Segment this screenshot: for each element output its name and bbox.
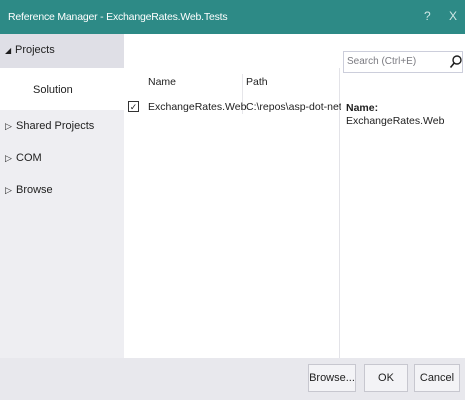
search-icon[interactable] [449, 54, 463, 70]
sidebar: ◢ Projects Solution ▷ Shared Projects ▷ … [0, 34, 124, 358]
expanded-triangle-icon: ◢ [5, 46, 12, 55]
sidebar-item-label: Browse [16, 184, 53, 196]
window-title: Reference Manager - ExchangeRates.Web.Te… [8, 11, 228, 23]
sidebar-item-com[interactable]: ▷ COM [0, 150, 124, 170]
browse-button[interactable]: Browse... [308, 364, 356, 392]
close-button[interactable]: X [449, 9, 457, 23]
reference-grid: Name Path ✓ ExchangeRates.Web C:\repos\a… [124, 68, 359, 358]
collapsed-triangle-icon: ▷ [5, 153, 12, 163]
search-input[interactable]: Search (Ctrl+E) [343, 51, 463, 73]
table-row[interactable]: ✓ ExchangeRates.Web C:\repos\asp-dot-net… [124, 98, 359, 118]
sidebar-item-label: COM [16, 152, 42, 164]
details-name-label: Name: [346, 102, 379, 114]
details-pane: Search (Ctrl+E) Name: ExchangeRates.Web [341, 34, 465, 358]
help-button[interactable]: ? [424, 9, 431, 23]
sidebar-item-projects[interactable]: ◢ Projects [0, 34, 124, 68]
collapsed-triangle-icon: ▷ [5, 121, 12, 131]
sidebar-item-label: Projects [15, 44, 55, 56]
collapsed-triangle-icon: ▷ [5, 185, 12, 195]
sidebar-item-browse[interactable]: ▷ Browse [0, 182, 124, 202]
cancel-button[interactable]: Cancel [414, 364, 460, 392]
sidebar-item-label: Shared Projects [16, 120, 95, 132]
column-header-name[interactable]: Name [148, 76, 176, 88]
sidebar-item-label: Solution [33, 84, 73, 96]
dialog-footer: Browse... OK Cancel [0, 358, 465, 400]
main-toolbar-area [124, 34, 340, 68]
row-name-cell: ExchangeRates.Web [148, 101, 247, 113]
sidebar-item-solution[interactable]: Solution [0, 68, 124, 110]
ok-button[interactable]: OK [364, 364, 408, 392]
reference-checkbox[interactable]: ✓ [128, 101, 139, 112]
search-placeholder: Search (Ctrl+E) [347, 56, 417, 67]
details-name-value: ExchangeRates.Web [346, 115, 445, 127]
sidebar-item-shared-projects[interactable]: ▷ Shared Projects [0, 118, 124, 138]
title-bar: Reference Manager - ExchangeRates.Web.Te… [0, 0, 465, 34]
column-header-path[interactable]: Path [246, 76, 268, 88]
